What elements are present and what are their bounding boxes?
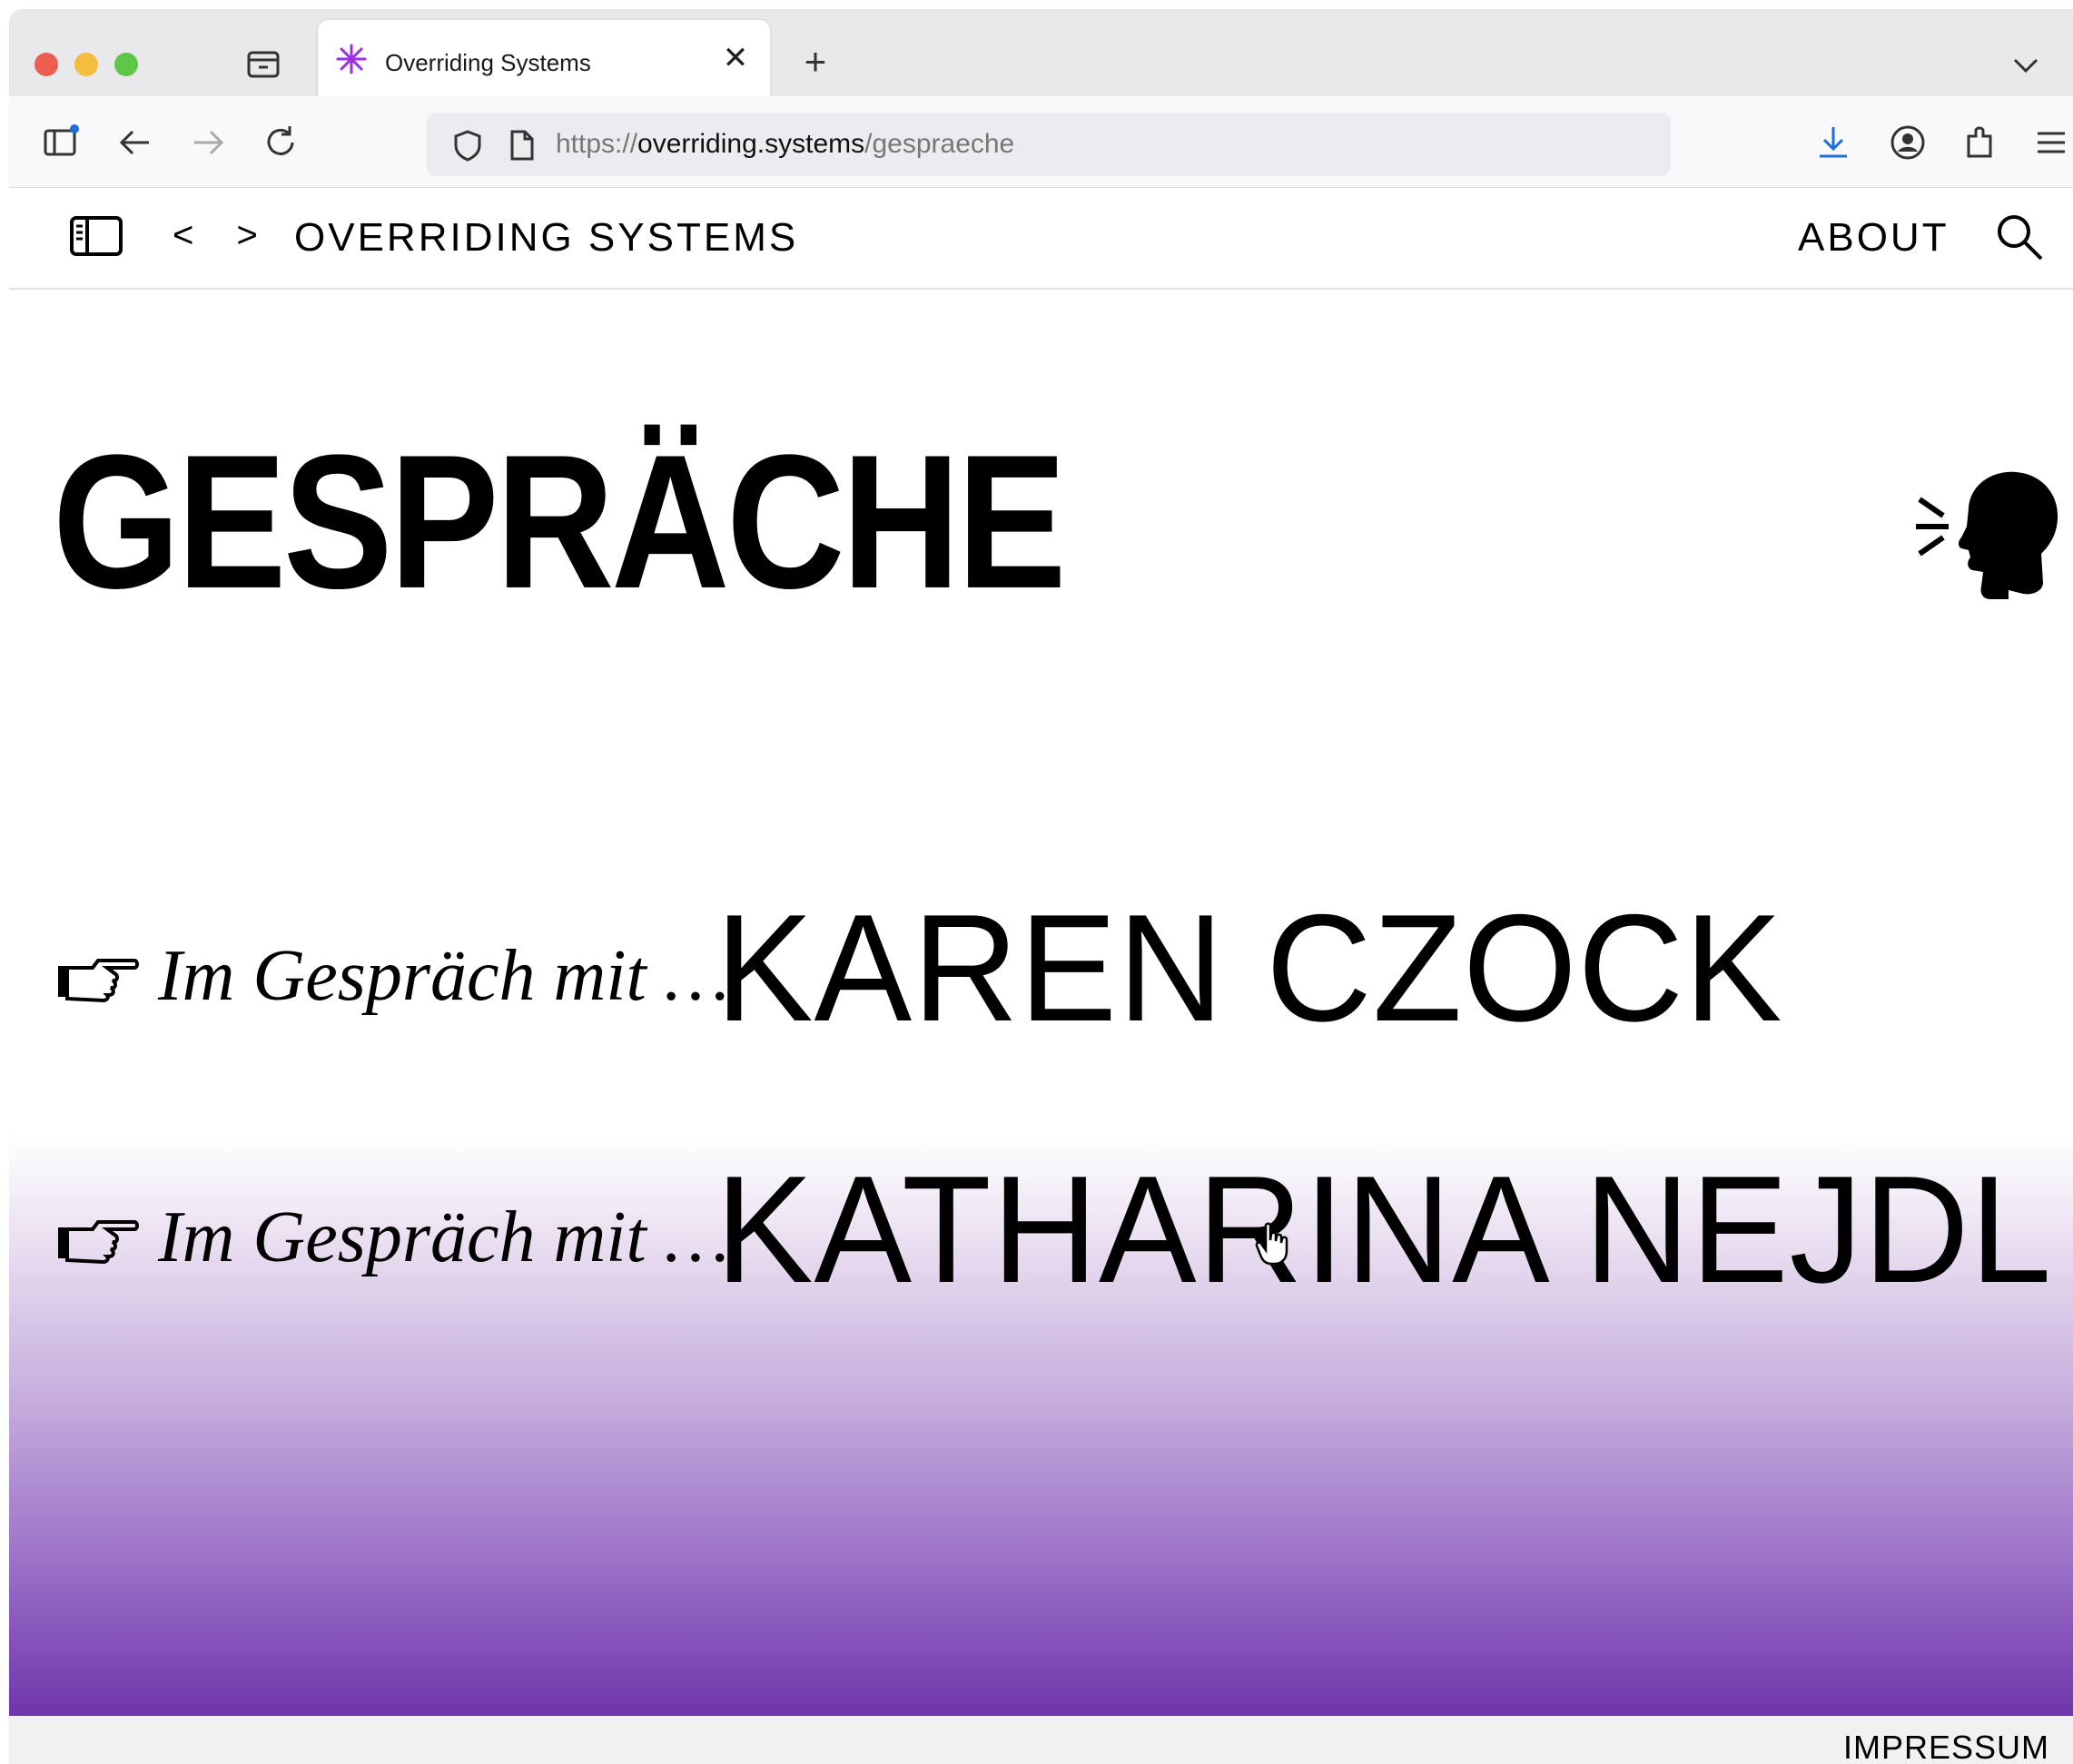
- favicon-asterisk-icon: [336, 44, 367, 74]
- impressum-link[interactable]: IMPRESSUM: [1843, 1729, 2049, 1764]
- about-link[interactable]: ABOUT: [1798, 215, 1950, 261]
- extensions-icon[interactable]: [1959, 122, 2001, 163]
- tab-title: Overriding Systems: [385, 49, 591, 76]
- account-icon[interactable]: [1887, 122, 1929, 163]
- chevron-down-icon[interactable]: [2009, 49, 2042, 82]
- reload-icon[interactable]: [260, 122, 301, 163]
- hand-cursor-icon: [1255, 1222, 1288, 1266]
- site-title-link[interactable]: OVERRIDING SYSTEMS: [294, 215, 798, 261]
- back-arrow-icon[interactable]: [114, 122, 156, 163]
- tab-overview-icon[interactable]: [242, 42, 285, 85]
- url-bar[interactable]: https://overriding.systems/gespraeche: [427, 113, 1671, 176]
- browser-window: Overriding Systems ✕ + https://overridin…: [9, 9, 2073, 1764]
- zoom-window-button[interactable]: [114, 53, 138, 76]
- page-icon[interactable]: [508, 129, 536, 162]
- minimize-window-button[interactable]: [74, 53, 98, 76]
- page-title: GESPRÄCHE: [53, 415, 1066, 628]
- entry-intro: Im Gespräch mit …: [158, 1197, 729, 1277]
- entry-name: KAREN CZOCK: [716, 882, 1783, 1053]
- site-footer: IMPRESSUM: [9, 1716, 2073, 1764]
- close-window-button[interactable]: [35, 53, 58, 76]
- site-header: < > OVERRIDING SYSTEMS ABOUT: [9, 188, 2073, 290]
- url-domain: overriding.systems: [637, 129, 865, 159]
- entry-intro: Im Gespräch mit …: [158, 936, 729, 1016]
- forward-arrow-icon[interactable]: [187, 122, 229, 163]
- sidebar-icon[interactable]: [40, 122, 82, 163]
- active-tab[interactable]: Overriding Systems ✕: [318, 20, 770, 96]
- download-icon[interactable]: [1812, 122, 1854, 163]
- browser-navbar: https://overriding.systems/gespraeche: [9, 96, 2073, 188]
- site-prev-next-links[interactable]: < >: [173, 215, 274, 256]
- url-text[interactable]: https://overriding.systems/gespraeche: [556, 129, 1014, 160]
- pointing-hand-icon: [58, 959, 139, 1003]
- url-scheme: https://: [556, 129, 638, 159]
- shield-icon[interactable]: [452, 129, 483, 162]
- sidebar-toggle-icon[interactable]: [69, 215, 123, 257]
- new-tab-button[interactable]: +: [795, 42, 835, 82]
- tab-close-button[interactable]: ✕: [719, 42, 752, 74]
- url-path: /gespraeche: [864, 129, 1015, 159]
- speaking-head-icon: [1916, 471, 2058, 599]
- pointing-hand-icon: [58, 1220, 139, 1265]
- browser-titlebar: Overriding Systems ✕ +: [9, 9, 2073, 96]
- menu-icon[interactable]: [2030, 122, 2072, 163]
- entry-name: KATHARINA NEJDL: [716, 1144, 2053, 1315]
- search-icon[interactable]: [1994, 212, 2045, 262]
